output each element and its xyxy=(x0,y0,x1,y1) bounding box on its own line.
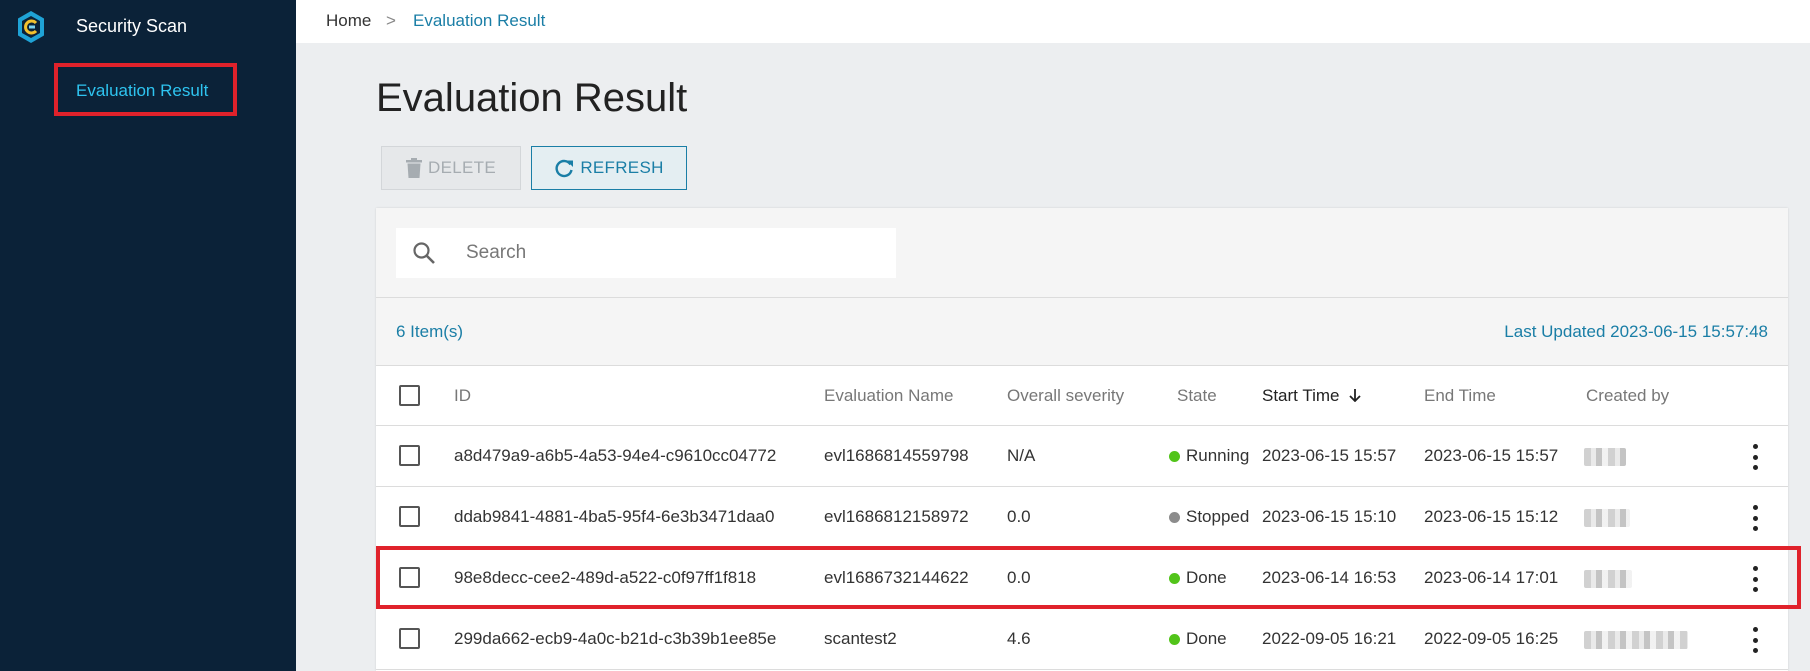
row-checkbox[interactable] xyxy=(399,628,420,649)
breadcrumb-home[interactable]: Home xyxy=(326,11,371,31)
cell-end-time: 2023-06-14 17:01 xyxy=(1424,568,1559,587)
cell-start-time: 2023-06-15 15:57 xyxy=(1262,446,1397,465)
column-header-overall-severity[interactable]: Overall severity xyxy=(1007,386,1124,406)
table-header: ID Evaluation Name Overall severity Stat… xyxy=(376,366,1788,426)
cell-overall-severity: 4.6 xyxy=(1007,629,1031,648)
created-by-redacted xyxy=(1584,509,1630,527)
cell-evaluation-name: evl1686732144622 xyxy=(824,568,969,587)
cell-id: 98e8decc-cee2-489d-a522-c0f97ff1f818 xyxy=(454,568,757,587)
cell-start-time: 2022-09-05 16:21 xyxy=(1262,629,1397,648)
cell-evaluation-name: evl1686814559798 xyxy=(824,446,969,465)
trash-icon xyxy=(406,158,423,178)
delete-button-label: DELETE xyxy=(428,158,496,177)
table-row[interactable]: ddab9841-4881-4ba5-95f4-6e3b3471daa0 evl… xyxy=(376,487,1788,548)
breadcrumb-separator: > xyxy=(386,11,396,30)
brand[interactable]: Security Scan xyxy=(0,0,296,52)
cell-end-time: 2023-06-15 15:57 xyxy=(1424,446,1559,465)
table-row[interactable]: a8d479a9-a6b5-4a53-94e4-c9610cc04772 evl… xyxy=(376,426,1788,487)
delete-button[interactable]: DELETE xyxy=(381,146,521,190)
column-header-start-time[interactable]: Start Time xyxy=(1262,386,1362,406)
row-checkbox[interactable] xyxy=(399,567,420,588)
created-by-redacted xyxy=(1584,570,1632,588)
state-indicator xyxy=(1169,634,1180,645)
column-header-evaluation-name[interactable]: Evaluation Name xyxy=(824,386,953,406)
page-title: Evaluation Result xyxy=(376,76,688,120)
select-all-checkbox[interactable] xyxy=(399,385,420,406)
sidebar-item-evaluation-result[interactable]: Evaluation Result xyxy=(54,63,237,116)
cell-evaluation-name: scantest2 xyxy=(824,629,897,648)
state-indicator xyxy=(1169,573,1180,584)
sidebar: Security Scan Evaluation Result xyxy=(0,0,296,671)
refresh-icon xyxy=(555,159,574,178)
cell-state: Stopped xyxy=(1186,507,1250,526)
row-menu-icon[interactable] xyxy=(1750,627,1760,653)
row-menu-icon[interactable] xyxy=(1750,505,1760,531)
column-header-end-time[interactable]: End Time xyxy=(1424,386,1496,406)
cell-state: Running xyxy=(1186,446,1250,465)
cell-id: ddab9841-4881-4ba5-95f4-6e3b3471daa0 xyxy=(454,507,775,526)
search-box[interactable] xyxy=(396,228,896,278)
results-summary: 6 Item(s) Last Updated 2023-06-15 15:57:… xyxy=(376,298,1788,366)
cell-start-time: 2023-06-14 16:53 xyxy=(1262,568,1397,587)
cell-evaluation-name: evl1686812158972 xyxy=(824,507,969,526)
created-by-redacted xyxy=(1584,631,1688,649)
results-card: 6 Item(s) Last Updated 2023-06-15 15:57:… xyxy=(376,208,1788,671)
search-icon xyxy=(413,242,435,264)
cell-end-time: 2022-09-05 16:25 xyxy=(1424,629,1559,648)
column-header-state[interactable]: State xyxy=(1177,386,1217,406)
row-menu-icon[interactable] xyxy=(1750,566,1760,592)
cell-state: Done xyxy=(1186,568,1227,587)
cell-start-time: 2023-06-15 15:10 xyxy=(1262,507,1397,526)
column-header-start-time-label: Start Time xyxy=(1262,386,1340,405)
app-title: Security Scan xyxy=(76,16,188,36)
breadcrumb: Home > Evaluation Result xyxy=(296,0,1810,43)
column-header-id[interactable]: ID xyxy=(454,386,471,406)
cell-id: 299da662-ecb9-4a0c-b21d-c3b39b1ee85e xyxy=(454,629,777,648)
cell-end-time: 2023-06-15 15:12 xyxy=(1424,507,1559,526)
table-row[interactable]: 98e8decc-cee2-489d-a522-c0f97ff1f818 evl… xyxy=(376,548,1788,609)
row-checkbox[interactable] xyxy=(399,506,420,527)
search-input[interactable] xyxy=(466,228,886,278)
table-row[interactable]: 299da662-ecb9-4a0c-b21d-c3b39b1ee85e sca… xyxy=(376,609,1788,670)
column-header-created-by[interactable]: Created by xyxy=(1586,386,1669,406)
refresh-button[interactable]: REFRESH xyxy=(531,146,687,190)
breadcrumb-current: Evaluation Result xyxy=(413,11,546,30)
cell-overall-severity: 0.0 xyxy=(1007,568,1031,587)
search-area xyxy=(376,208,1788,298)
state-indicator xyxy=(1169,512,1180,523)
row-menu-icon[interactable] xyxy=(1750,444,1760,470)
refresh-button-label: REFRESH xyxy=(580,158,664,177)
security-scan-logo-icon xyxy=(18,11,44,43)
row-checkbox[interactable] xyxy=(399,445,420,466)
cell-id: a8d479a9-a6b5-4a53-94e4-c9610cc04772 xyxy=(454,446,777,465)
created-by-redacted xyxy=(1584,448,1626,466)
state-indicator xyxy=(1169,451,1180,462)
arrow-down-icon xyxy=(1349,389,1361,403)
cell-state: Done xyxy=(1186,629,1227,648)
sidebar-item-label: Evaluation Result xyxy=(76,81,209,100)
cell-overall-severity: 0.0 xyxy=(1007,507,1031,526)
item-count: 6 Item(s) xyxy=(396,322,464,341)
cell-overall-severity: N/A xyxy=(1007,446,1036,465)
last-updated: Last Updated 2023-06-15 15:57:48 xyxy=(1504,322,1768,341)
